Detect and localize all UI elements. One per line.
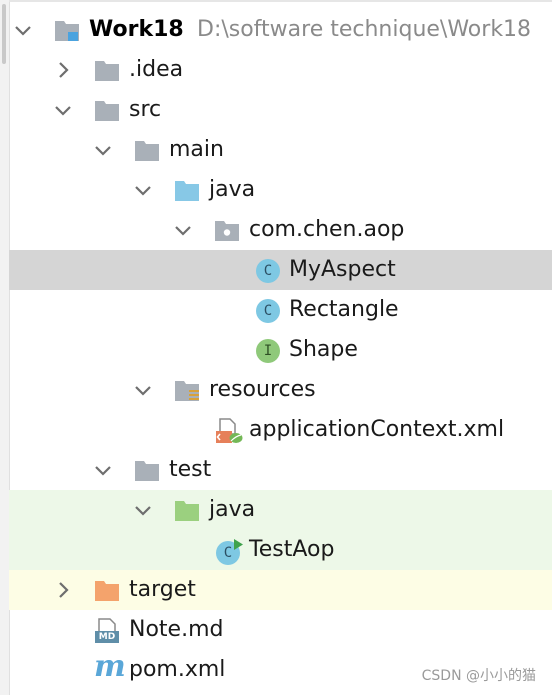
chevron-right-icon[interactable]	[53, 60, 73, 80]
chevron-right-icon[interactable]	[53, 580, 73, 600]
tree-label-rectangle: Rectangle	[289, 297, 399, 322]
tree-row-test-java[interactable]: java	[9, 490, 552, 530]
maven-badge-letter: m	[94, 649, 126, 684]
top-edge	[9, 0, 552, 2]
tree-row-resources[interactable]: resources	[9, 370, 552, 410]
tree-row-target[interactable]: target	[9, 570, 552, 610]
folder-icon	[94, 98, 120, 122]
excluded-folder-icon	[94, 578, 120, 602]
spring-xml-icon	[215, 418, 243, 443]
tree-row-package[interactable]: com.chen.aop	[9, 210, 552, 250]
tree-label-test-aop: TestAop	[249, 537, 335, 562]
tree-label-resources: resources	[209, 377, 316, 402]
tree-label-test: test	[169, 457, 212, 482]
test-class-badge-letter: C	[223, 545, 233, 561]
project-name: Work18	[89, 17, 184, 42]
tree-label-shape: Shape	[289, 337, 358, 362]
watermark: CSDN @小小的猫	[421, 668, 536, 684]
class-icon: C	[255, 298, 281, 323]
tree-label-src: src	[129, 97, 162, 122]
chevron-down-icon[interactable]	[53, 100, 73, 120]
chevron-down-icon[interactable]	[173, 220, 193, 240]
tree-row-rectangle[interactable]: C Rectangle	[9, 290, 552, 330]
folder-icon	[94, 58, 120, 82]
tree-row-note[interactable]: MD Note.md	[9, 610, 552, 650]
chevron-down-icon[interactable]	[93, 460, 113, 480]
tree-label-idea: .idea	[129, 57, 184, 82]
test-folder-icon	[174, 498, 200, 522]
package-icon	[214, 218, 240, 242]
tree-label-main-java: java	[209, 177, 256, 202]
project-path: D:\software technique\Work18	[197, 17, 532, 42]
tree-label-app-context: applicationContext.xml	[249, 417, 505, 442]
tree-label-my-aspect: MyAspect	[289, 257, 396, 282]
tree-row-test[interactable]: test	[9, 450, 552, 490]
tree-row-test-aop[interactable]: C TestAop	[9, 530, 552, 570]
source-folder-icon	[174, 178, 200, 202]
chevron-down-icon[interactable]	[133, 180, 153, 200]
tree-row-main-java[interactable]: java	[9, 170, 552, 210]
tree-row-work18[interactable]: Work18 D:\software technique\Work18	[9, 10, 552, 50]
interface-badge-letter: I	[263, 343, 273, 359]
markdown-badge-text: MD	[98, 632, 116, 642]
tree-row-shape[interactable]: I Shape	[9, 330, 552, 370]
tree-label-package: com.chen.aop	[249, 217, 405, 242]
module-folder-icon	[54, 18, 80, 42]
interface-icon: I	[255, 338, 281, 363]
tree-row-idea[interactable]: .idea	[9, 50, 552, 90]
scroll-grip[interactable]	[2, 4, 6, 64]
class-badge-letter: C	[263, 263, 273, 279]
class-badge-letter: C	[263, 303, 273, 319]
project-tree: Work18 D:\software technique\Work18 .ide…	[9, 10, 552, 690]
chevron-down-icon[interactable]	[13, 20, 33, 40]
markdown-file-icon: MD	[94, 618, 120, 643]
tree-label-target: target	[129, 577, 196, 602]
tree-label-main: main	[169, 137, 224, 162]
test-class-icon: C	[215, 538, 243, 565]
maven-icon: m	[94, 652, 126, 682]
tree-label-pom: pom.xml	[129, 657, 226, 682]
folder-icon	[134, 138, 160, 162]
chevron-down-icon[interactable]	[133, 500, 153, 520]
tree-label-note: Note.md	[129, 617, 224, 642]
chevron-down-icon[interactable]	[93, 140, 113, 160]
folder-icon	[134, 458, 160, 482]
chevron-down-icon[interactable]	[133, 380, 153, 400]
tree-row-app-context[interactable]: applicationContext.xml	[9, 410, 552, 450]
class-icon: C	[255, 258, 281, 283]
tree-label-test-java: java	[209, 497, 256, 522]
tree-row-src[interactable]: src	[9, 90, 552, 130]
resources-folder-icon	[174, 378, 200, 402]
tree-row-main[interactable]: main	[9, 130, 552, 170]
tree-row-my-aspect[interactable]: C MyAspect	[9, 250, 552, 290]
